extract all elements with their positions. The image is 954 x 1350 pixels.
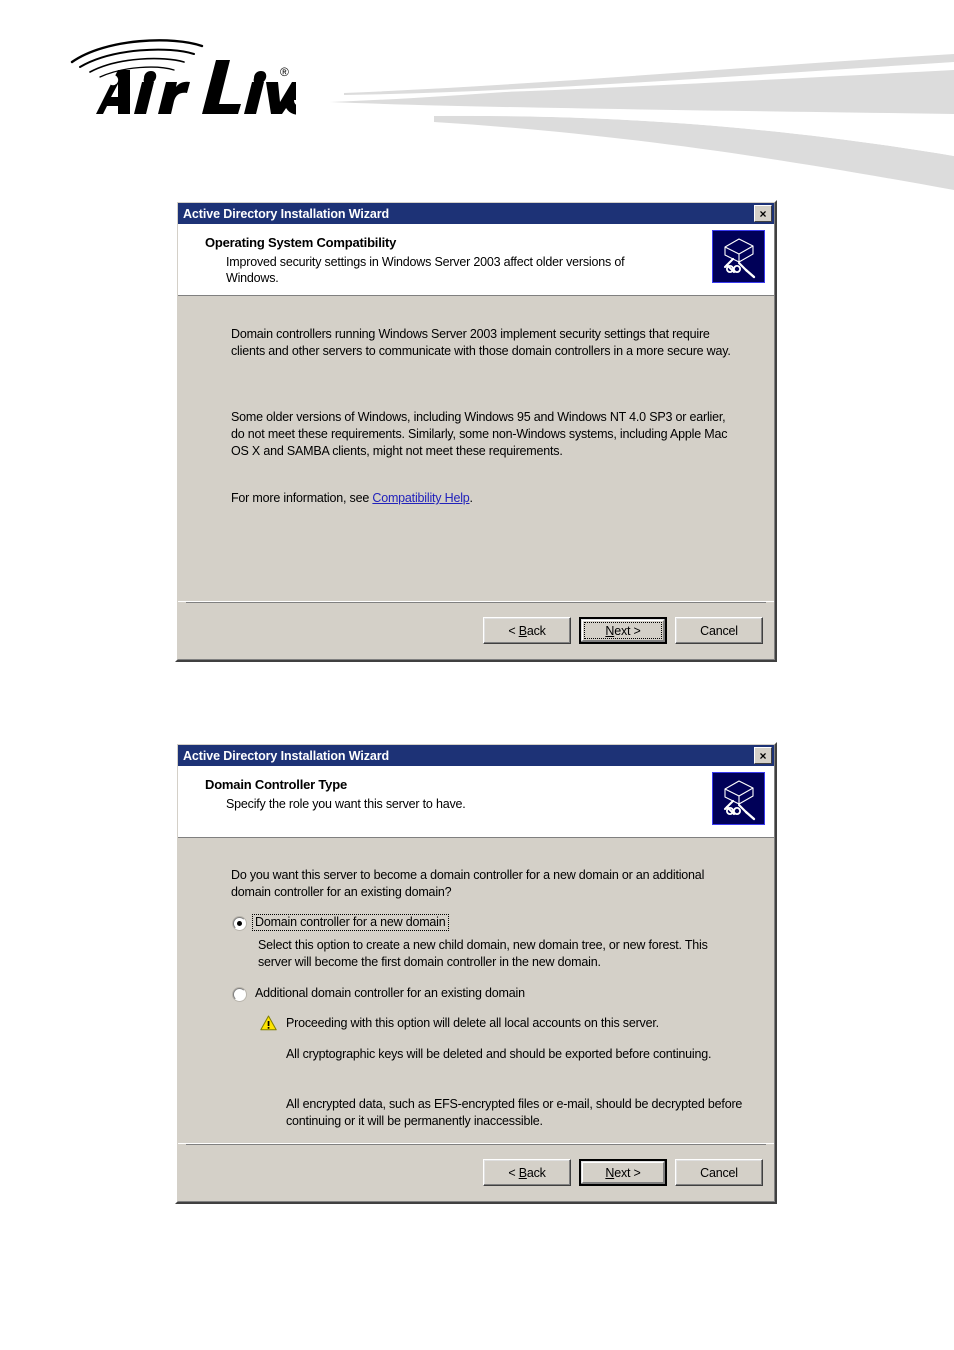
airlive-logo: ® — [66, 36, 319, 120]
compatibility-help-link[interactable]: Compatibility Help — [372, 491, 469, 505]
dialog-footer: < Back Next > Cancel — [178, 601, 774, 659]
radio-existing-domain-label[interactable]: Additional domain controller for an exis… — [253, 986, 527, 1001]
existing-domain-note-2: All encrypted data, such as EFS-encrypte… — [286, 1097, 743, 1128]
dialog-header: Operating System Compatibility Improved … — [178, 224, 774, 296]
directory-book-icon — [712, 230, 765, 283]
next-button[interactable]: Next > — [579, 617, 667, 644]
compatibility-paragraph-1: Domain controllers running Windows Serve… — [231, 327, 731, 358]
radio-option-existing-domain[interactable]: Additional domain controller for an exis… — [233, 986, 703, 1001]
more-information-suffix: . — [469, 491, 474, 505]
compatibility-paragraph-2: Some older versions of Windows, includin… — [231, 410, 728, 458]
dialog-body: Domain controllers running Windows Serve… — [178, 296, 774, 601]
button-row: < Back Next > Cancel — [483, 617, 763, 644]
radio-new-domain-label[interactable]: Domain controller for a new domain — [252, 914, 449, 931]
brand-header: ® — [0, 0, 954, 190]
button-row: < Back Next > Cancel — [483, 1159, 763, 1186]
back-button[interactable]: < Back — [483, 617, 571, 644]
radio-option-new-domain[interactable]: Domain controller for a new domain — [233, 914, 703, 931]
close-icon[interactable]: × — [754, 205, 772, 222]
dialog-footer: < Back Next > Cancel — [178, 1143, 774, 1201]
radio-existing-domain-indicator[interactable] — [233, 988, 246, 1001]
footer-separator — [186, 1144, 766, 1145]
next-button[interactable]: Next > — [579, 1159, 667, 1186]
directory-book-icon — [712, 772, 765, 825]
dialog-body: Do you want this server to become a doma… — [178, 838, 774, 1143]
page-title: Operating System Compatibility — [205, 235, 397, 250]
dialog-titlebar[interactable]: Active Directory Installation Wizard × — [178, 745, 774, 766]
dialog-title: Active Directory Installation Wizard — [183, 206, 390, 221]
svg-text:®: ® — [280, 65, 289, 79]
domain-controller-question: Do you want this server to become a doma… — [231, 868, 705, 899]
cancel-button[interactable]: Cancel — [675, 1159, 763, 1186]
dialog-domain-controller-type: Active Directory Installation Wizard × D… — [175, 742, 777, 1204]
more-information-prefix: For more information, see — [231, 491, 373, 505]
more-information-line: For more information, see Compatibility … — [231, 490, 736, 507]
new-domain-description: Select this option to create a new child… — [258, 938, 708, 969]
dialog-titlebar[interactable]: Active Directory Installation Wizard × — [178, 203, 774, 224]
footer-separator — [186, 602, 766, 603]
dialog-operating-system-compatibility: Active Directory Installation Wizard × O… — [175, 200, 777, 662]
radio-new-domain-indicator[interactable] — [233, 917, 246, 930]
cancel-button[interactable]: Cancel — [675, 617, 763, 644]
close-icon[interactable]: × — [754, 747, 772, 764]
warning-triangle-icon — [260, 1015, 277, 1031]
back-button[interactable]: < Back — [483, 1159, 571, 1186]
decorative-swoosh — [330, 52, 954, 190]
dialog-header: Domain Controller Type Specify the role … — [178, 766, 774, 838]
existing-domain-note-1: All cryptographic keys will be deleted a… — [286, 1047, 712, 1061]
page-subtitle: Specify the role you want this server to… — [226, 797, 466, 811]
page-title: Domain Controller Type — [205, 777, 347, 792]
page-subtitle: Improved security settings in Windows Se… — [226, 255, 625, 285]
dialog-title: Active Directory Installation Wizard — [183, 748, 390, 763]
existing-domain-warning: Proceeding with this option will delete … — [286, 1016, 659, 1030]
